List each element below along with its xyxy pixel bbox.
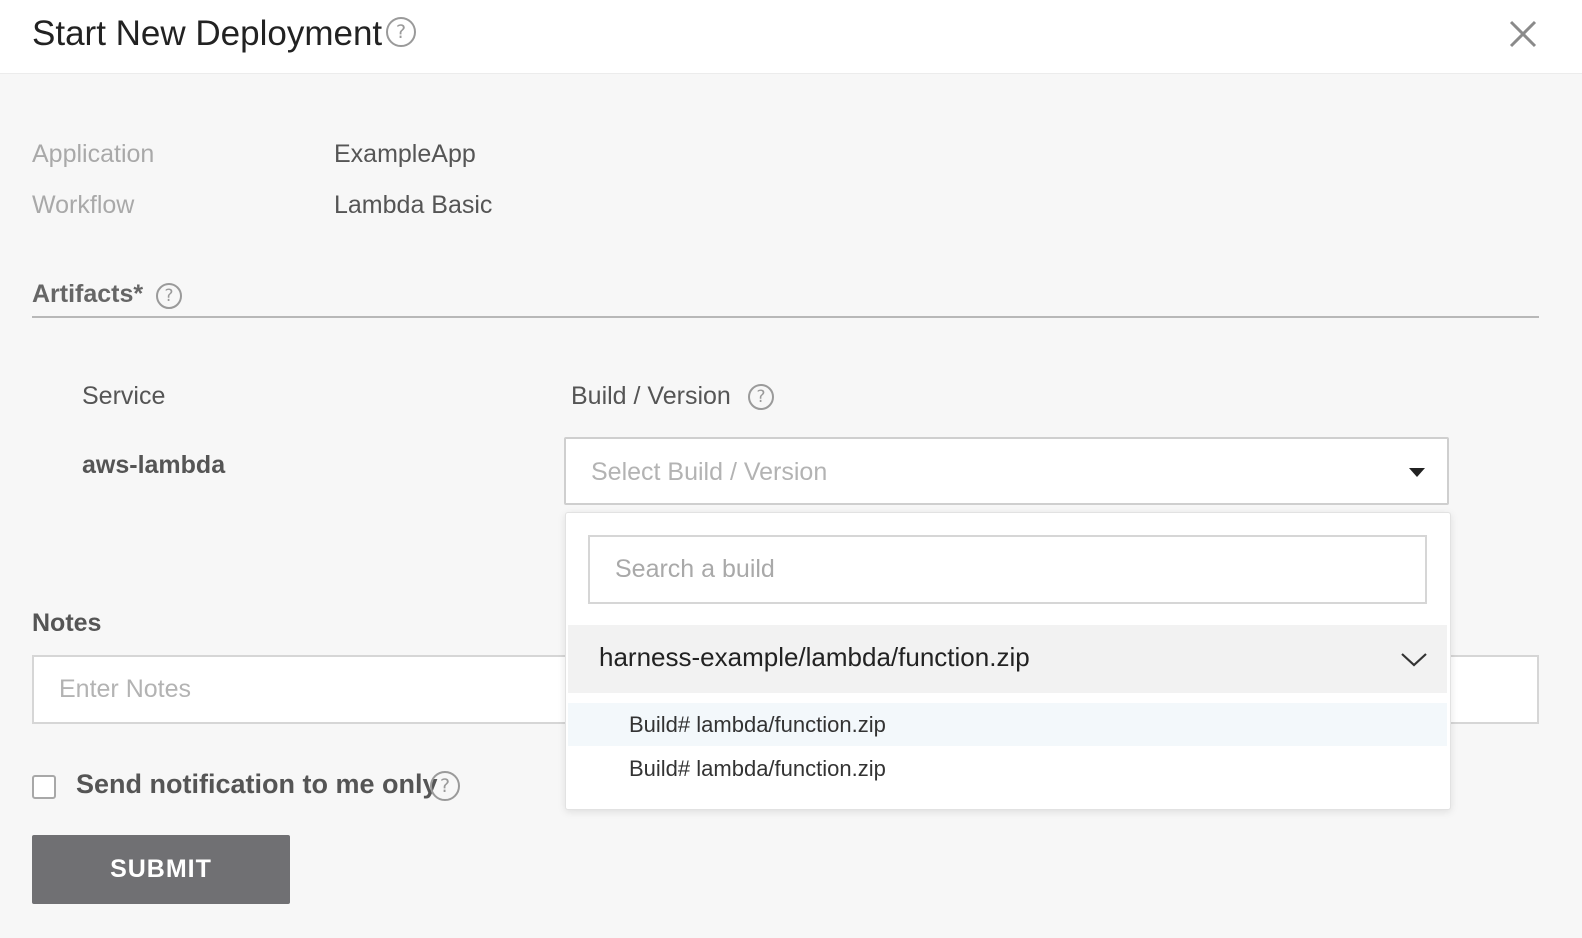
notify-help-icon[interactable]: ? bbox=[430, 771, 460, 801]
build-search-input[interactable] bbox=[588, 535, 1427, 604]
workflow-label: Workflow bbox=[32, 191, 135, 219]
dialog-header: Start New Deployment ? bbox=[0, 0, 1582, 74]
caret-down-icon bbox=[1409, 468, 1425, 477]
close-icon[interactable] bbox=[1505, 16, 1541, 52]
build-dropdown-menu: harness-example/lambda/function.zip Buil… bbox=[565, 512, 1451, 810]
service-name: aws-lambda bbox=[82, 451, 226, 479]
build-option[interactable]: Build# lambda/function.zip bbox=[568, 703, 1447, 746]
dialog-title: Start New Deployment bbox=[32, 14, 383, 53]
workflow-value: Lambda Basic bbox=[334, 191, 493, 219]
build-column-header: Build / Version bbox=[571, 382, 731, 410]
build-group-label: harness-example/lambda/function.zip bbox=[599, 642, 1030, 672]
title-help-icon[interactable]: ? bbox=[386, 17, 416, 47]
artifacts-divider bbox=[32, 316, 1539, 318]
build-version-select[interactable]: Select Build / Version bbox=[564, 437, 1449, 505]
build-group-header[interactable]: harness-example/lambda/function.zip bbox=[568, 625, 1447, 693]
service-column-header: Service bbox=[82, 382, 166, 410]
build-option-label: Build# lambda/function.zip bbox=[629, 756, 886, 781]
notes-label: Notes bbox=[32, 609, 102, 637]
build-option-label: Build# lambda/function.zip bbox=[629, 712, 886, 737]
build-option[interactable]: Build# lambda/function.zip bbox=[568, 747, 1447, 790]
chevron-down-icon bbox=[1401, 653, 1427, 667]
application-value: ExampleApp bbox=[334, 140, 476, 168]
notify-checkbox[interactable] bbox=[32, 775, 56, 799]
build-help-icon[interactable]: ? bbox=[748, 384, 774, 410]
notify-label[interactable]: Send notification to me only bbox=[76, 769, 438, 800]
build-select-placeholder: Select Build / Version bbox=[591, 458, 828, 486]
application-label: Application bbox=[32, 140, 155, 168]
artifacts-help-icon[interactable]: ? bbox=[156, 283, 182, 309]
submit-button[interactable]: SUBMIT bbox=[32, 835, 290, 904]
artifacts-title: Artifacts* bbox=[32, 280, 144, 308]
